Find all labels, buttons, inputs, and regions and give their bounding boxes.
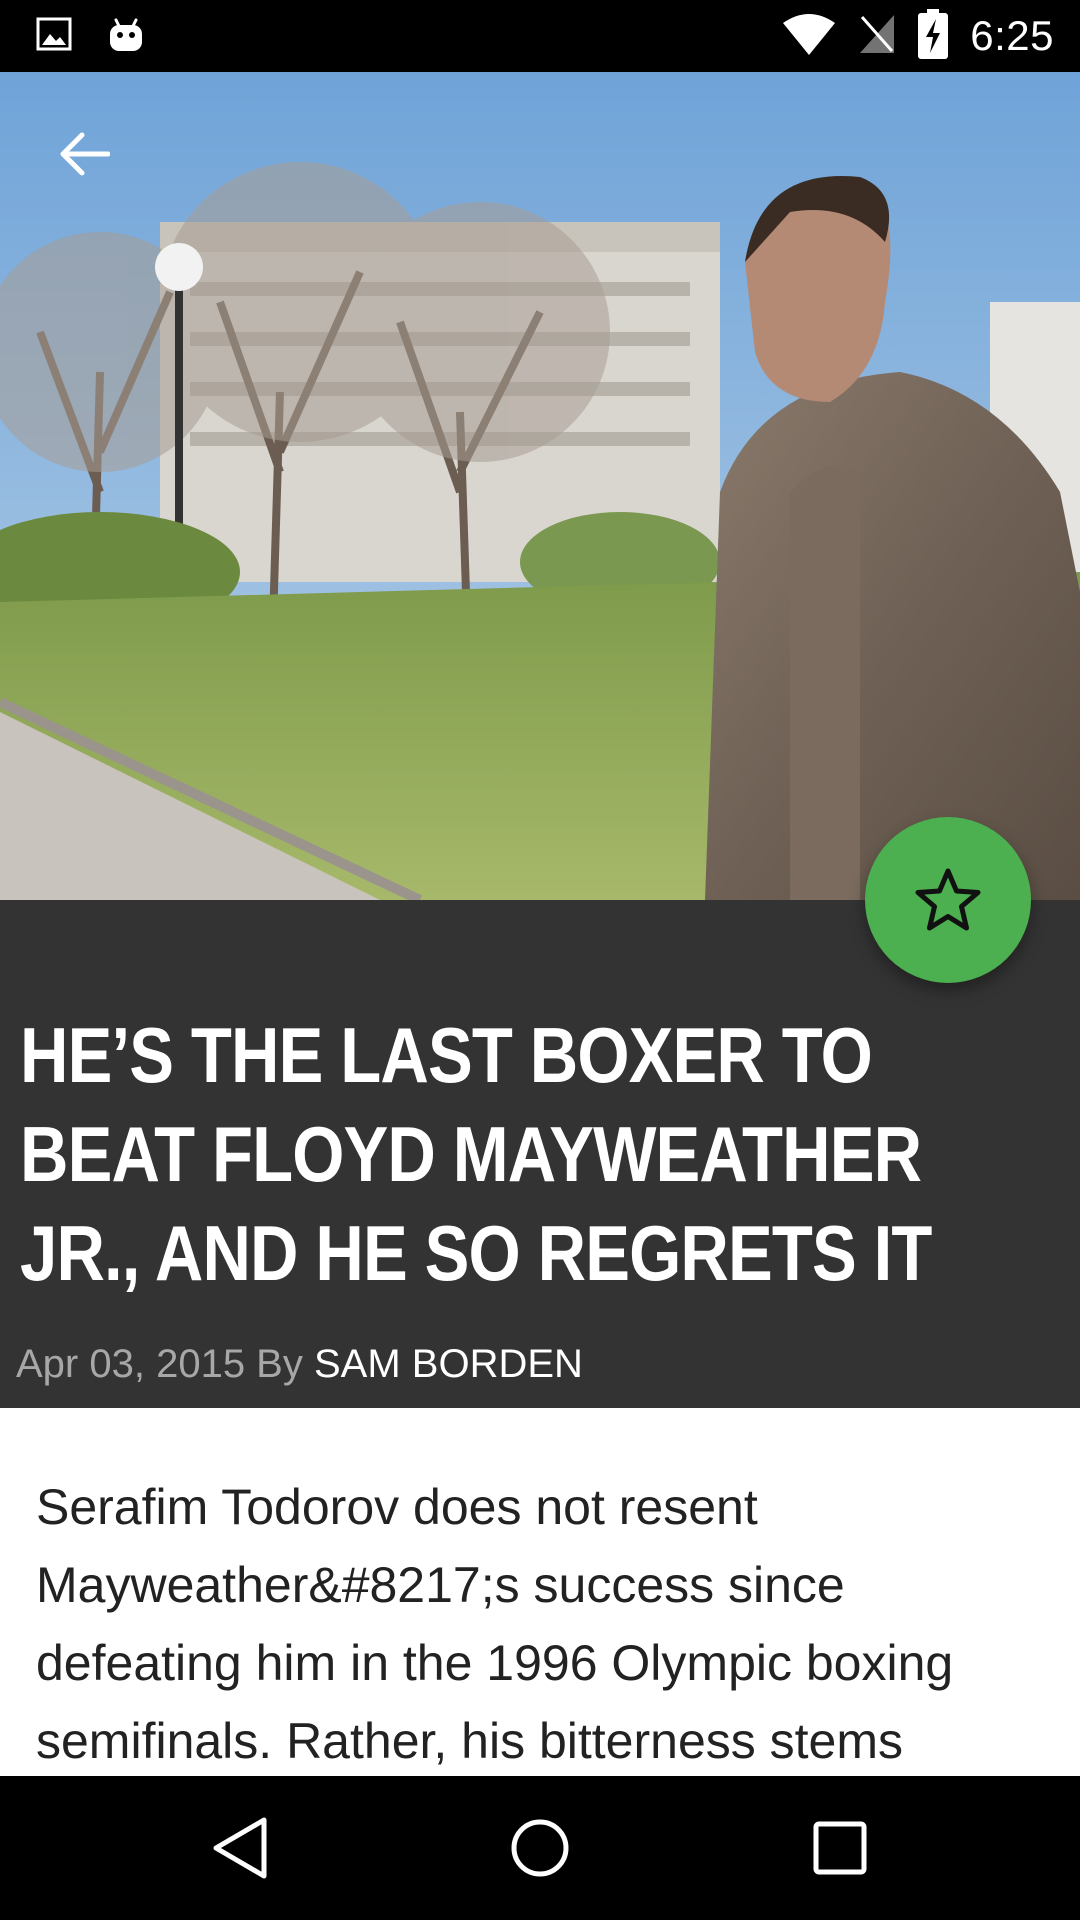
article-screen: 6:25 HE’S THE LAST BOXER TO BEAT FLOYD M… [0,0,1080,1920]
recents-square-icon [813,1821,867,1875]
byline: Apr 03, 2015 By SAM BORDEN [16,1340,583,1388]
status-bar: 6:25 [0,0,1080,72]
article-body: Serafim Todorov does not resent Mayweath… [36,1479,954,1769]
wifi-icon [782,13,836,60]
back-triangle-icon [213,1817,267,1879]
android-icon [108,14,144,59]
no-signal-icon [858,13,896,60]
back-button[interactable] [48,118,120,190]
nav-home-button[interactable] [490,1798,590,1898]
publish-date: Apr 03, 2015 By [16,1342,303,1386]
article-title: HE’S THE LAST BOXER TO BEAT FLOYD MAYWEA… [20,1011,932,1297]
arrow-left-icon [60,132,110,176]
status-time: 6:25 [970,12,1054,59]
home-circle-icon [511,1819,569,1877]
hero-image [0,72,1080,900]
navigation-bar [0,1776,1080,1920]
nav-recents-button[interactable] [790,1798,890,1898]
star-outline-icon [915,868,981,931]
image-icon [36,17,72,56]
nav-back-button[interactable] [190,1798,290,1898]
author-name[interactable]: SAM BORDEN [314,1342,583,1386]
battery-charging-icon [918,8,949,64]
favorite-button[interactable] [865,817,1031,983]
